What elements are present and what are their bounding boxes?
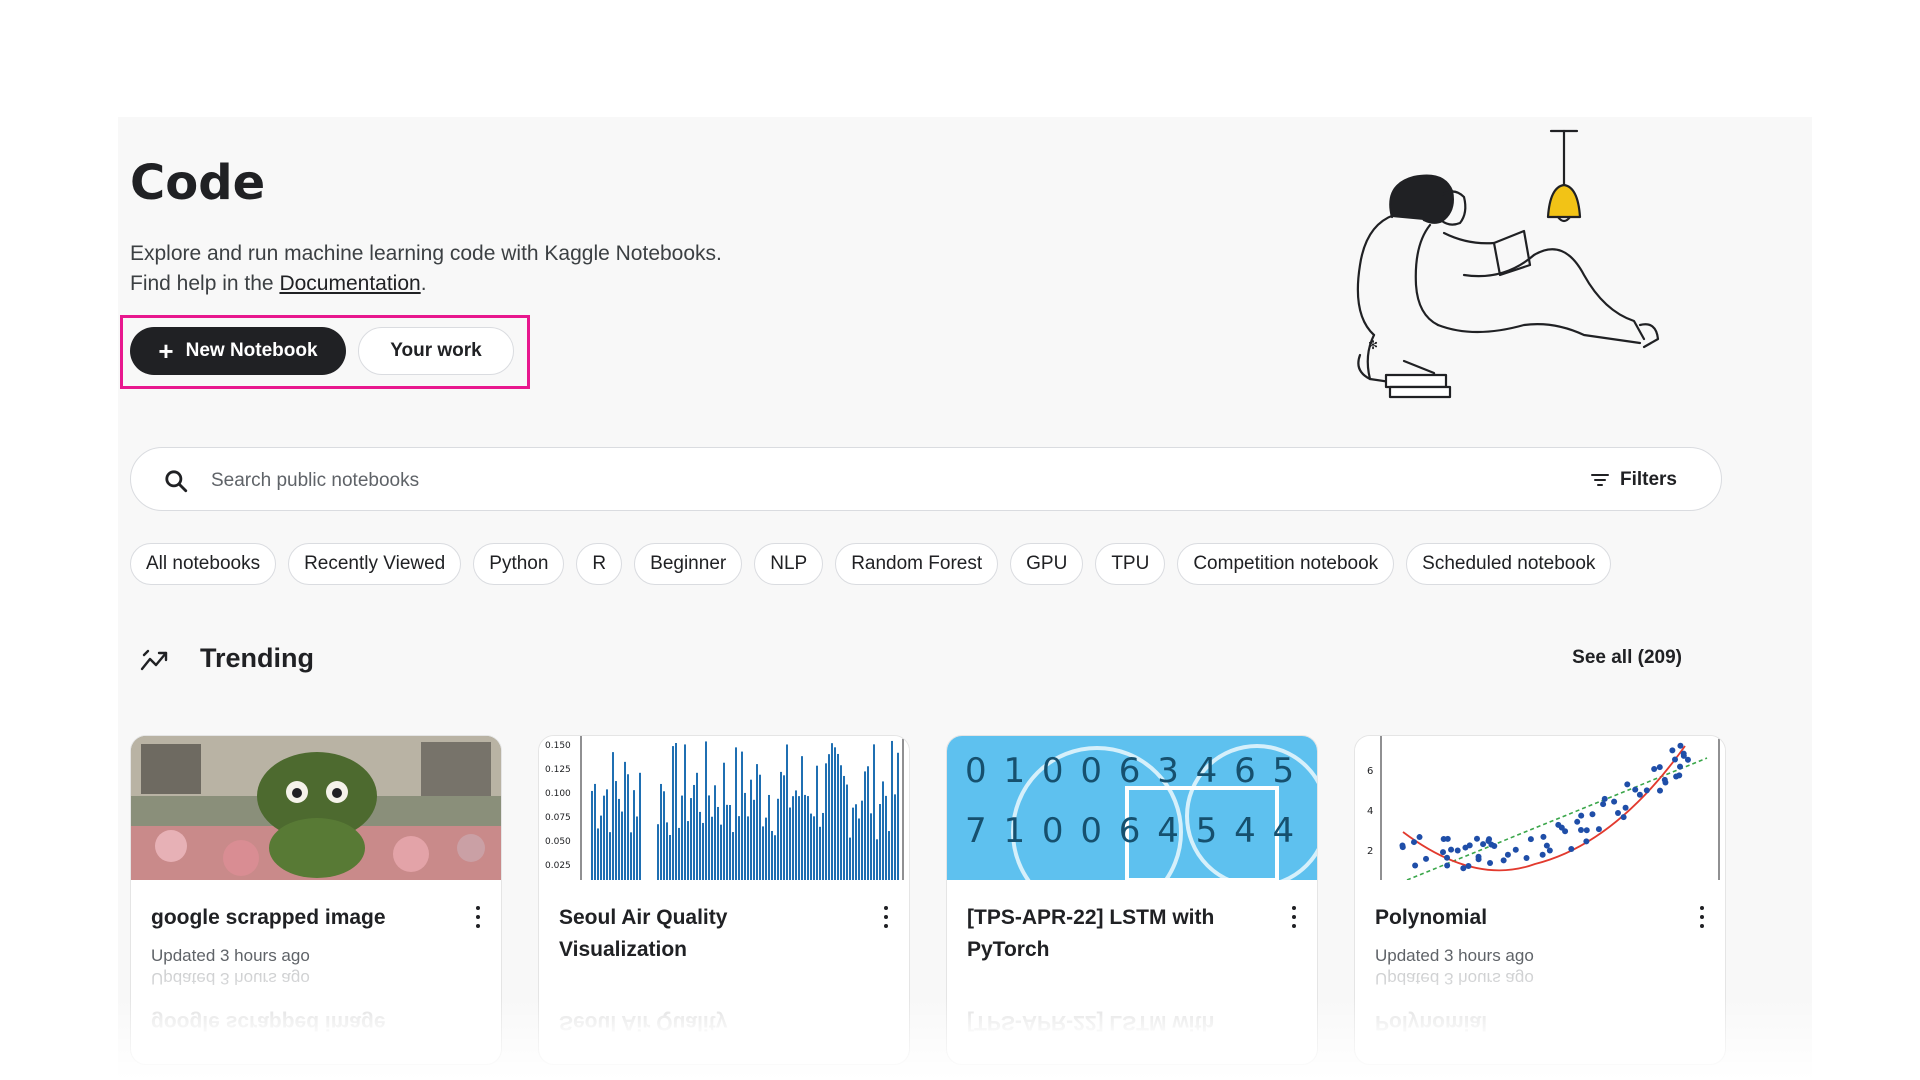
documentation-link[interactable]: Documentation (279, 272, 420, 295)
notebook-card[interactable]: 0.150 0.125 0.100 0.075 0.050 0.025 Seou… (538, 735, 910, 1065)
reflection-title: [TPS-APR-22] LSTM with (967, 1011, 1215, 1034)
trending-heading: Trending (200, 643, 314, 673)
your-work-button[interactable]: Your work (358, 327, 514, 375)
y-tick-label: 0.125 (545, 765, 571, 775)
new-notebook-button[interactable]: + New Notebook (130, 327, 346, 375)
chip-python[interactable]: Python (473, 543, 565, 585)
card-updated-time: Updated 3 hours ago (151, 946, 310, 965)
card-updated-time: Updated 3 hours ago (1375, 946, 1534, 965)
y-tick-label: 2 (1367, 846, 1373, 857)
filters-label: Filters (1619, 469, 1677, 490)
reflection-title: Seoul Air Quality (559, 1011, 728, 1034)
chip-recently-viewed[interactable]: Recently Viewed (288, 543, 462, 585)
y-tick-label: 0.050 (545, 837, 571, 847)
notebook-card[interactable]: 6 4 2 Polynomial Updated 3 hours ago Upd… (1354, 735, 1726, 1065)
chip-tpu[interactable]: TPU (1095, 543, 1166, 585)
y-tick-label: 0.025 (545, 861, 571, 871)
search-input[interactable] (209, 462, 1513, 500)
new-notebook-label: New Notebook (185, 340, 318, 361)
reflection-title: google scrapped image (151, 1011, 386, 1034)
digits-row-2: 7 1 0 0 6 4 5 4 4 (965, 811, 1297, 851)
card-title[interactable]: Seoul Air Quality Visualization (559, 902, 849, 966)
card-thumbnail-photo (131, 736, 501, 880)
chip-random-forest[interactable]: Random Forest (835, 543, 999, 585)
y-tick-label: 0.075 (545, 813, 571, 823)
page-title: Code (130, 155, 266, 211)
reflection-meta: Updated 3 hours ago (151, 969, 310, 988)
card-thumbnail-chart: 0.150 0.125 0.100 0.075 0.050 0.025 (539, 736, 909, 880)
card-title[interactable]: Polynomial (1375, 902, 1665, 934)
more-options-icon[interactable] (473, 904, 483, 930)
card-reflection: Updated 3 hours ago google scrapped imag… (131, 962, 501, 1042)
chip-scheduled-notebook[interactable]: Scheduled notebook (1406, 543, 1612, 585)
more-options-icon[interactable] (881, 904, 891, 930)
reflection-meta: Updated 3 hours ago (1375, 969, 1534, 988)
card-reflection: Updated 3 hours ago Polynomial (1355, 962, 1725, 1042)
card-reflection: Seoul Air Quality (539, 962, 909, 1042)
trending-icon (140, 649, 168, 671)
person-reading-illustration: ✻ (1356, 129, 1660, 399)
filter-chips: All notebooks Recently Viewed Python R B… (130, 543, 1612, 585)
chip-competition-notebook[interactable]: Competition notebook (1177, 543, 1395, 585)
digits-row-1: 0 1 0 0 6 3 4 6 5 (965, 751, 1297, 791)
more-options-icon[interactable] (1697, 904, 1707, 930)
search-bar: Filters (130, 447, 1722, 511)
filters-button[interactable]: Filters (1584, 462, 1683, 498)
subtitle-line-1: Explore and run machine learning code wi… (130, 242, 722, 265)
y-tick-label: 0.150 (545, 741, 571, 751)
page-subtitle: Explore and run machine learning code wi… (130, 239, 722, 299)
notebook-card[interactable]: 0 1 0 0 6 3 4 6 5 7 1 0 0 6 4 5 4 4 [TPS… (946, 735, 1318, 1065)
chip-gpu[interactable]: GPU (1010, 543, 1084, 585)
y-tick-label: 0.100 (545, 789, 571, 799)
main-content: Code Explore and run machine learning co… (118, 117, 1812, 1080)
card-reflection: [TPS-APR-22] LSTM with (947, 962, 1317, 1042)
notebook-card[interactable]: google scrapped image Updated 3 hours ag… (130, 735, 502, 1065)
y-tick-label: 6 (1367, 766, 1373, 777)
subtitle-suffix: . (420, 272, 427, 295)
reflection-title: Polynomial (1375, 1011, 1488, 1034)
subtitle-line-2: Find help in the Documentation. (130, 269, 722, 299)
chip-beginner[interactable]: Beginner (634, 543, 743, 585)
search-icon (165, 470, 188, 493)
card-title[interactable]: google scrapped image (151, 902, 441, 934)
chip-all-notebooks[interactable]: All notebooks (130, 543, 277, 585)
chip-r[interactable]: R (576, 543, 623, 585)
svg-text:✻: ✻ (1368, 338, 1378, 352)
card-title[interactable]: [TPS-APR-22] LSTM with PyTorch (967, 902, 1257, 966)
more-options-icon[interactable] (1289, 904, 1299, 930)
plus-icon: + (158, 336, 174, 366)
filter-icon (1590, 474, 1609, 486)
chip-nlp[interactable]: NLP (754, 543, 824, 585)
y-tick-label: 4 (1367, 806, 1373, 817)
card-thumbnail-scatter: 6 4 2 (1355, 736, 1725, 880)
see-all-link[interactable]: See all (209) (1572, 647, 1682, 669)
card-thumbnail-digits: 0 1 0 0 6 3 4 6 5 7 1 0 0 6 4 5 4 4 (947, 736, 1317, 880)
subtitle-prefix: Find help in the (130, 272, 280, 295)
